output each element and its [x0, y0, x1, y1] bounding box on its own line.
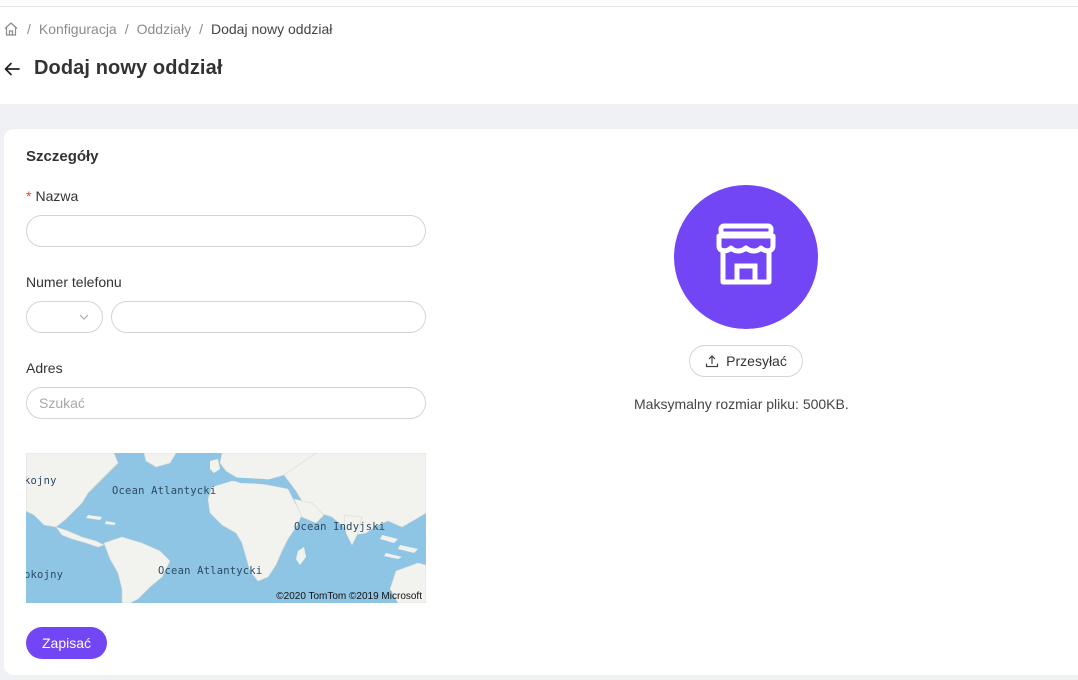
breadcrumb-separator: / [27, 21, 31, 37]
upload-label: Przesyłać [726, 353, 787, 369]
top-bar [0, 0, 1078, 7]
save-button[interactable]: Zapisać [26, 627, 107, 659]
name-input[interactable] [26, 215, 426, 247]
chevron-down-icon [78, 311, 90, 323]
page-title: Dodaj nowy oddział [34, 57, 223, 79]
breadcrumb-link-konfiguracja[interactable]: Konfiguracja [39, 21, 117, 37]
details-card: Szczegóły * Nazwa Numer telefonu Adres S… [4, 129, 1078, 675]
map-label: Ocean Atlantycki [158, 565, 263, 577]
max-file-size-text: Maksymalny rozmiar pliku: 500KB. [634, 396, 849, 412]
map-label: kojny [26, 475, 57, 487]
breadcrumb-link-oddzialy[interactable]: Oddziały [137, 21, 191, 37]
page-header: / Konfiguracja / Oddziały / Dodaj nowy o… [0, 7, 1078, 104]
breadcrumb-current: Dodaj nowy oddział [210, 21, 333, 37]
required-mark: * [26, 188, 32, 204]
section-title: Szczegóły [26, 148, 99, 165]
name-label: * Nazwa [26, 188, 79, 204]
map[interactable]: kojny Ocean Atlantycki Ocean Indyjski ok… [26, 453, 426, 603]
branch-image-placeholder [674, 185, 818, 329]
breadcrumb: / Konfiguracja / Oddziały / Dodaj nowy o… [3, 21, 332, 37]
upload-button[interactable]: Przesyłać [689, 345, 803, 377]
map-label: Ocean Indyjski [294, 521, 386, 533]
back-arrow-icon[interactable] [3, 60, 21, 78]
title-row: Dodaj nowy oddział [3, 57, 222, 80]
map-credit: ©2020 TomTom ©2019 Microsoft [276, 591, 422, 602]
breadcrumb-separator: / [124, 21, 129, 37]
store-icon [713, 222, 779, 293]
home-icon[interactable] [3, 21, 19, 37]
phone-label: Numer telefonu [26, 274, 122, 290]
phone-input[interactable] [111, 301, 426, 333]
breadcrumb-separator: / [199, 21, 203, 37]
address-search-input[interactable] [26, 387, 426, 419]
address-label: Adres [26, 360, 63, 376]
map-label: Ocean Atlantycki [112, 485, 217, 497]
upload-icon [705, 354, 719, 368]
map-label: okojny [26, 569, 64, 581]
country-code-select[interactable] [26, 301, 103, 333]
